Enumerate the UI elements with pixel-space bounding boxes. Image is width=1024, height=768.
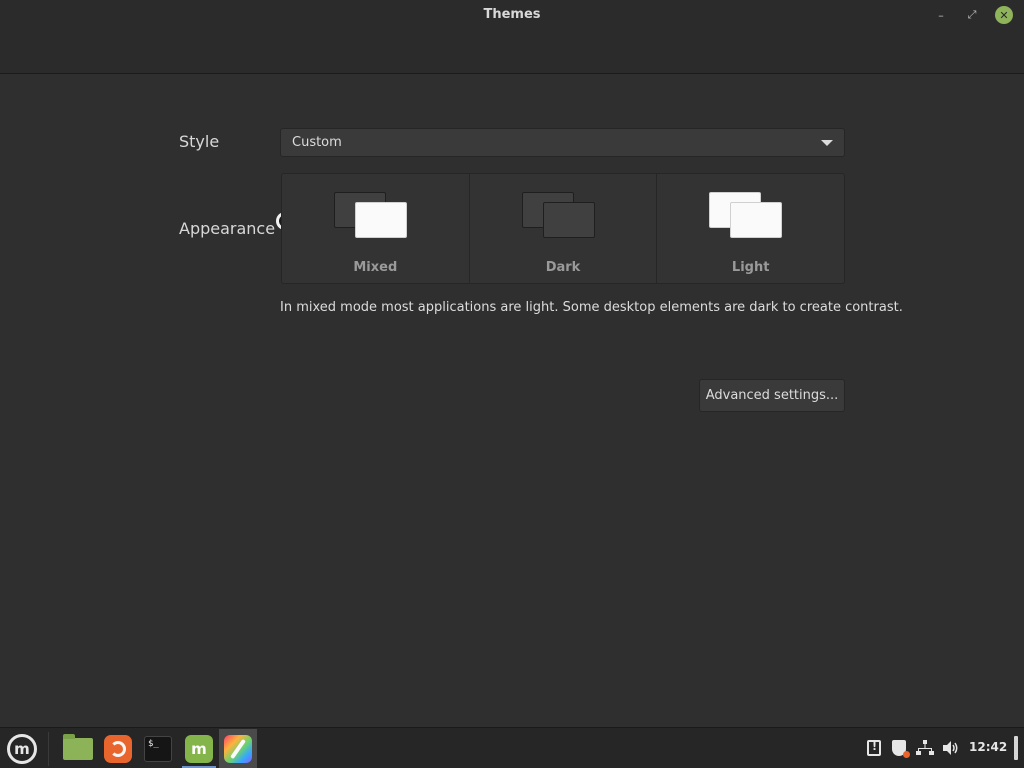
close-button[interactable]: ✕	[995, 6, 1013, 24]
appearance-label: Appearance	[179, 219, 276, 238]
taskbar-terminal[interactable]: $_	[141, 732, 175, 766]
appearance-description: In mixed mode most applications are ligh…	[280, 300, 903, 315]
dark-theme-front-window	[542, 202, 595, 238]
tray-volume[interactable]	[941, 738, 961, 758]
taskbar-mint-welcome[interactable]: m	[182, 732, 216, 766]
taskbar-separator	[48, 732, 49, 766]
option-label-dark: Dark	[545, 260, 581, 275]
mint-logo-icon: m	[185, 735, 213, 763]
light-theme-front-window	[730, 202, 783, 238]
tray-network[interactable]	[915, 738, 935, 758]
shield-icon	[892, 740, 910, 758]
firefox-icon	[104, 735, 132, 763]
clock[interactable]: 12:42	[969, 740, 1007, 754]
appearance-option-light[interactable]: Light	[657, 174, 844, 283]
header-bar: Themes – ⤢ ✕	[0, 0, 1024, 74]
style-dropdown-value: Custom	[292, 135, 342, 150]
terminal-icon: $_	[144, 736, 172, 762]
mint-menu-icon: m	[7, 734, 37, 764]
window-title: Themes	[483, 7, 541, 22]
maximize-button[interactable]: ⤢	[963, 6, 981, 24]
advanced-settings-button[interactable]: Advanced settings...	[699, 379, 845, 412]
tray-update-manager[interactable]	[889, 738, 910, 758]
appearance-option-dark[interactable]: Dark	[469, 174, 658, 283]
themes-app-icon	[224, 735, 252, 763]
mixed-theme-front-window	[355, 202, 407, 238]
show-desktop-button[interactable]	[1014, 736, 1018, 760]
taskbar-files[interactable]	[61, 732, 95, 766]
taskbar: m $_ m 12:4	[0, 727, 1024, 768]
option-label-light: Light	[731, 260, 770, 275]
appearance-options: Mixed Dark Light	[281, 173, 845, 284]
taskbar-firefox[interactable]	[101, 732, 135, 766]
option-label-mixed: Mixed	[353, 260, 398, 275]
clipboard-alert-icon	[867, 740, 881, 756]
minimize-button[interactable]: –	[932, 6, 950, 24]
start-menu-button[interactable]: m	[4, 731, 40, 767]
chevron-down-icon	[821, 140, 833, 146]
tray-clipboard[interactable]	[864, 738, 884, 758]
volume-icon	[943, 741, 958, 755]
folder-icon	[63, 734, 93, 760]
style-dropdown[interactable]: Custom	[280, 128, 845, 157]
appearance-option-mixed[interactable]: Mixed	[282, 174, 470, 283]
taskbar-themes[interactable]	[219, 729, 257, 768]
style-label: Style	[179, 132, 220, 151]
network-icon	[916, 740, 934, 755]
